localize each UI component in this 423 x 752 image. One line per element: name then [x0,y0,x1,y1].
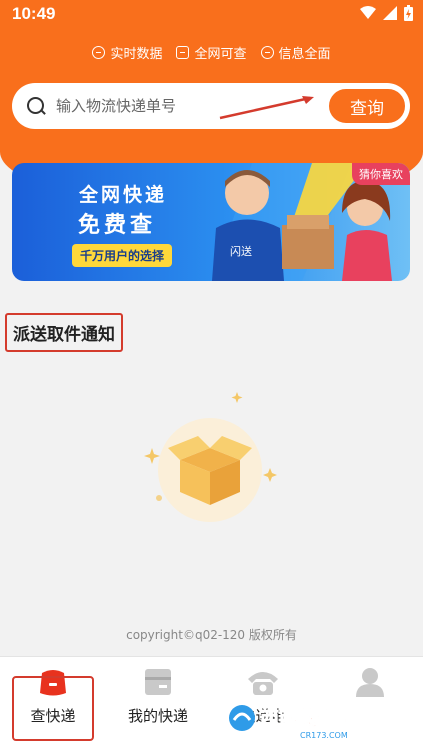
watermark-sub: CR173.COM [300,731,348,740]
status-bar: 10:49 [0,0,423,30]
search-icon [27,97,44,114]
feature-item: 全网可查 [176,43,247,62]
banner-line1: 全网快递 [79,184,168,206]
active-tab-highlight [12,676,94,741]
banner-tag: 猜你喜欢 [352,163,410,185]
feature-row: 实时数据 全网可查 信息全面 [0,43,423,62]
copyright-text: copyright©q02-120 版权所有 [126,628,297,642]
annotation-arrow [219,96,314,120]
feature-label: 实时数据 [110,47,163,62]
my-package-icon [145,669,171,695]
empty-box-icon [144,392,277,522]
status-time: 10:49 [12,4,56,23]
search-bar: 查询 [12,83,410,129]
wifi-icon [360,6,376,19]
feature-label: 信息全面 [278,47,331,62]
banner-line2: 免费查 [78,213,157,238]
banner-subtitle: 千万用户的选择 [72,244,173,267]
feature-item: 信息全面 [260,43,331,62]
signal-icon [383,6,397,20]
promo-banner[interactable]: 闪送 猜你喜欢 全网快递 免费查 千万用户的选择 [12,163,410,281]
query-button[interactable]: 查询 [327,87,407,125]
battery-icon [404,5,413,21]
watermark-text: 西西软件园 [260,707,355,730]
tab-my-packages[interactable]: 我的快递 [108,667,208,726]
banner-brand: 闪送 [230,244,252,258]
clock-icon [92,46,106,59]
status-icons [360,5,413,21]
watermark-logo: 西西软件园 CR173.COM [229,705,355,740]
feature-item: 实时数据 [92,43,162,62]
tab-label: 我的快递 [127,707,188,725]
section-title: 派送取件通知 [5,313,123,352]
phone-icon [248,672,278,695]
search-doc-icon [176,46,190,59]
user-icon [356,668,384,697]
feature-label: 全网可查 [194,47,247,62]
info-icon [260,46,274,59]
